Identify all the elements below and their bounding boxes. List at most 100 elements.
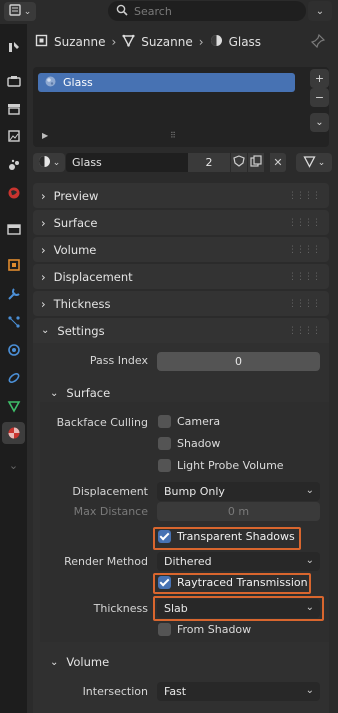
material-users-count[interactable]: 2 <box>188 153 230 172</box>
panel-volume[interactable]: › Volume ⋮⋮⋮⋮ <box>33 237 329 262</box>
breadcrumb-label: Glass <box>228 35 262 49</box>
subpanel-surface[interactable]: ⌄ Surface <box>50 386 110 400</box>
drag-grip-icon[interactable]: ⋮⋮⋮⋮ <box>288 326 321 336</box>
pass-index-field[interactable]: 0 <box>157 352 320 371</box>
chevron-down-icon: ⌄ <box>305 685 314 696</box>
list-resize-grip-icon[interactable]: ⠿ <box>170 131 176 140</box>
modifier-tab-icon[interactable] <box>2 283 25 305</box>
output-tab-icon[interactable] <box>2 98 25 120</box>
collection-tab-icon[interactable] <box>2 218 25 240</box>
chevron-right-icon: › <box>198 35 204 49</box>
particles-tab-icon[interactable] <box>2 311 25 333</box>
material-slot-label: Glass <box>63 76 93 89</box>
shadow-checkbox[interactable]: Shadow <box>158 437 220 450</box>
drag-grip-icon[interactable]: ⋮⋮⋮⋮ <box>288 218 321 228</box>
max-distance-field[interactable]: 0 m <box>157 502 320 521</box>
tool-tab-icon[interactable] <box>2 36 25 58</box>
view-layer-tab-icon[interactable] <box>2 125 25 147</box>
panel-surface[interactable]: › Surface ⋮⋮⋮⋮ <box>33 210 329 235</box>
breadcrumb-object[interactable]: Suzanne <box>35 34 105 50</box>
slot-specials-menu-button[interactable]: ⌄ <box>310 113 329 132</box>
raytraced-transmission-checkbox[interactable]: Raytraced Transmission <box>158 576 308 589</box>
unlink-material-button[interactable]: ✕ <box>270 153 286 172</box>
panel-displacement[interactable]: › Displacement ⋮⋮⋮⋮ <box>33 264 329 289</box>
checkbox-box <box>158 623 171 636</box>
properties-tab-bar: ⌄ <box>0 24 27 713</box>
panel-title: Thickness <box>53 296 111 311</box>
max-distance-value: 0 m <box>227 505 250 518</box>
panel-title: Preview <box>53 188 99 203</box>
breadcrumb-label: Suzanne <box>141 35 193 49</box>
physics-tab-icon[interactable] <box>2 339 25 361</box>
chevron-right-icon: › <box>41 188 46 203</box>
max-distance-label: Max Distance <box>73 505 148 518</box>
panel-settings[interactable]: ⌄ Settings ⋮⋮⋮⋮ <box>33 318 329 343</box>
checkbox-label: Camera <box>177 415 221 428</box>
pin-icon[interactable] <box>310 33 326 51</box>
link-to-menu-button[interactable]: ⌄ <box>296 153 332 172</box>
material-sphere-icon <box>44 75 57 91</box>
dropdown-value: Dithered <box>164 555 212 568</box>
transparent-shadows-checkbox[interactable]: Transparent Shadows <box>158 530 295 543</box>
displacement-label: Displacement <box>72 485 148 498</box>
thickness-mode-dropdown[interactable]: Slab ⌄ <box>157 599 320 618</box>
chevron-right-icon: › <box>111 35 117 49</box>
material-name-field[interactable]: Glass <box>66 153 188 172</box>
displacement-method-dropdown[interactable]: Bump Only ⌄ <box>157 482 320 501</box>
panel-title: Volume <box>53 242 97 257</box>
panel-thickness[interactable]: › Thickness ⋮⋮⋮⋮ <box>33 291 329 316</box>
search-field[interactable]: Search <box>108 1 306 21</box>
from-shadow-checkbox[interactable]: From Shadow <box>158 623 251 636</box>
editor-type-button[interactable]: ⌄ <box>4 2 36 21</box>
plus-icon: + <box>314 72 325 85</box>
drag-grip-icon[interactable]: ⋮⋮⋮⋮ <box>288 191 321 201</box>
dropdown-value: Fast <box>164 685 187 698</box>
breadcrumb-label: Suzanne <box>54 35 106 49</box>
intersection-dropdown[interactable]: Fast ⌄ <box>157 682 320 701</box>
breadcrumb-mesh[interactable]: Suzanne <box>122 34 193 50</box>
breadcrumb-material[interactable]: Glass <box>210 34 262 50</box>
remove-material-slot-button[interactable]: − <box>310 88 329 107</box>
drag-grip-icon[interactable]: ⋮⋮⋮⋮ <box>288 272 321 282</box>
drag-grip-icon[interactable]: ⋮⋮⋮⋮ <box>288 245 321 255</box>
light-probe-volume-checkbox[interactable]: Light Probe Volume <box>158 459 284 472</box>
dropdown-value: Bump Only <box>164 485 225 498</box>
render-method-label: Render Method <box>64 555 148 568</box>
panel-title: Displacement <box>53 269 133 284</box>
duplicate-material-button[interactable] <box>248 153 264 172</box>
search-placeholder: Search <box>134 4 172 18</box>
world-tab-icon[interactable] <box>2 182 25 204</box>
chevron-right-icon: › <box>41 215 46 230</box>
list-expand-icon[interactable]: ▶ <box>42 131 48 140</box>
browse-material-button[interactable]: ⌄ <box>33 153 65 172</box>
panel-preview[interactable]: › Preview ⋮⋮⋮⋮ <box>33 183 329 208</box>
pass-index-value: 0 <box>235 355 242 368</box>
options-menu-button[interactable]: ⌄ <box>308 1 332 21</box>
add-material-slot-button[interactable]: + <box>310 69 329 88</box>
subpanel-volume[interactable]: ⌄ Volume <box>50 655 109 669</box>
panel-title: Settings <box>57 323 105 338</box>
material-slot-item[interactable]: Glass <box>38 73 295 92</box>
scene-tab-icon[interactable] <box>2 154 25 176</box>
checkbox-label: Shadow <box>177 437 221 450</box>
object-tab-icon[interactable] <box>2 254 25 276</box>
users-count-value: 2 <box>205 156 213 169</box>
chevron-right-icon: › <box>41 269 46 284</box>
camera-checkbox[interactable]: Camera <box>158 415 220 428</box>
drag-grip-icon[interactable]: ⋮⋮⋮⋮ <box>288 299 321 309</box>
object-icon <box>35 34 48 50</box>
material-tab-icon[interactable] <box>2 422 25 444</box>
duplicate-icon <box>250 155 262 170</box>
constraints-tab-icon[interactable] <box>2 367 25 389</box>
object-data-tab-icon[interactable] <box>2 395 25 417</box>
top-bar: ⌄ Search ⌄ <box>0 0 338 24</box>
render-method-dropdown[interactable]: Dithered ⌄ <box>157 552 320 571</box>
checkbox-box <box>158 576 171 589</box>
render-tab-icon[interactable] <box>2 70 25 92</box>
close-icon: ✕ <box>273 156 283 169</box>
chevron-down-icon[interactable]: ⌄ <box>2 454 25 476</box>
intersection-label: Intersection <box>82 685 148 698</box>
chevron-right-icon: › <box>41 296 46 311</box>
checkbox-label: From Shadow <box>177 623 252 636</box>
fake-user-button[interactable] <box>231 153 247 172</box>
